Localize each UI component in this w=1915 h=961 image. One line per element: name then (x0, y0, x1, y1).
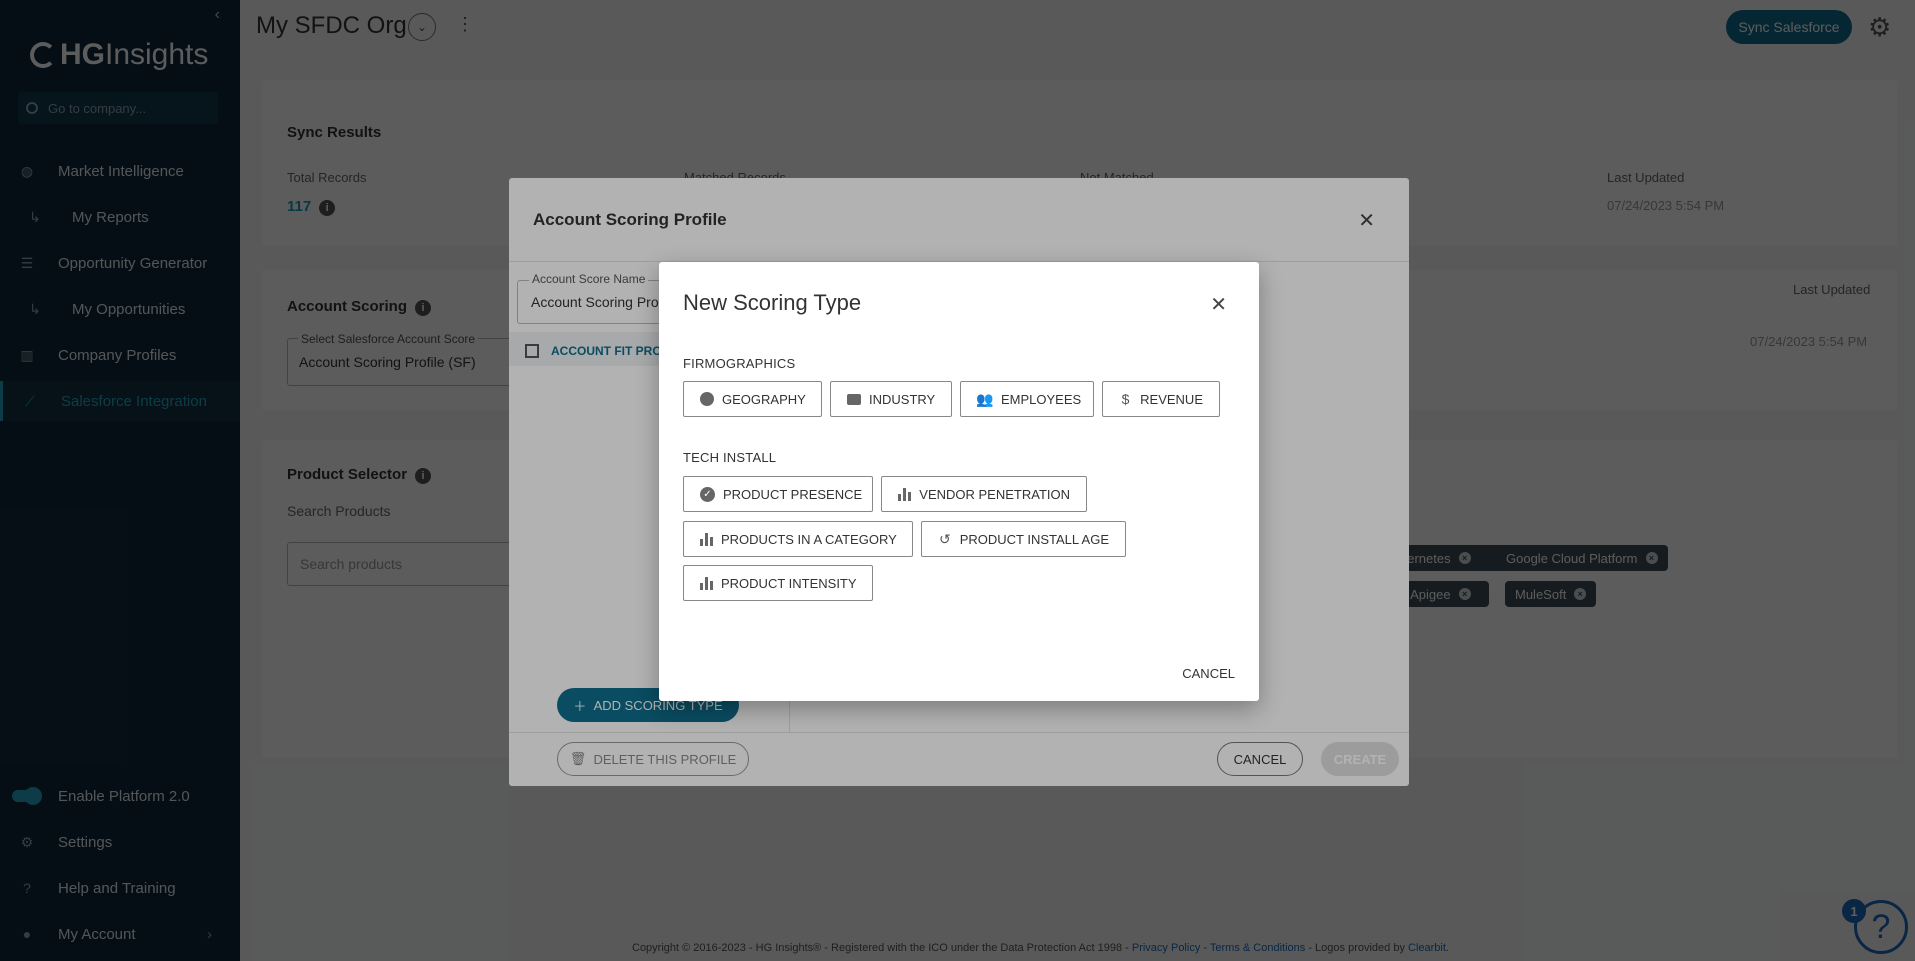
close-icon[interactable]: ✕ (1210, 292, 1227, 317)
vendor-penetration-option[interactable]: VENDOR PENETRATION (881, 476, 1087, 512)
tech-install-label: TECH INSTALL (683, 450, 777, 465)
product-presence-option[interactable]: ✓ PRODUCT PRESENCE (683, 476, 873, 512)
globe-icon (700, 391, 714, 407)
briefcase-icon (847, 391, 861, 407)
bar-chart-icon (700, 531, 713, 547)
bar-chart-icon (898, 486, 912, 502)
geography-option[interactable]: GEOGRAPHY (683, 381, 822, 417)
products-in-category-option[interactable]: PRODUCTS IN A CATEGORY (683, 521, 913, 557)
dollar-icon: $ (1121, 391, 1130, 407)
industry-option[interactable]: INDUSTRY (830, 381, 952, 417)
firmographics-label: FIRMOGRAPHICS (683, 356, 796, 371)
product-install-age-option[interactable]: ↺ PRODUCT INSTALL AGE (921, 521, 1126, 557)
people-icon: 👥 (976, 390, 994, 407)
product-intensity-option[interactable]: PRODUCT INTENSITY (683, 565, 873, 601)
new-scoring-type-dialog: New Scoring Type ✕ FIRMOGRAPHICS GEOGRAP… (659, 262, 1259, 701)
bar-chart-icon (700, 575, 713, 591)
employees-option[interactable]: 👥 EMPLOYEES (960, 381, 1094, 417)
dialog-title: New Scoring Type (683, 290, 862, 315)
revenue-option[interactable]: $ REVENUE (1102, 381, 1220, 417)
history-icon: ↺ (938, 530, 951, 547)
check-circle-icon: ✓ (700, 486, 715, 502)
cancel-button[interactable]: CANCEL (1182, 666, 1235, 681)
